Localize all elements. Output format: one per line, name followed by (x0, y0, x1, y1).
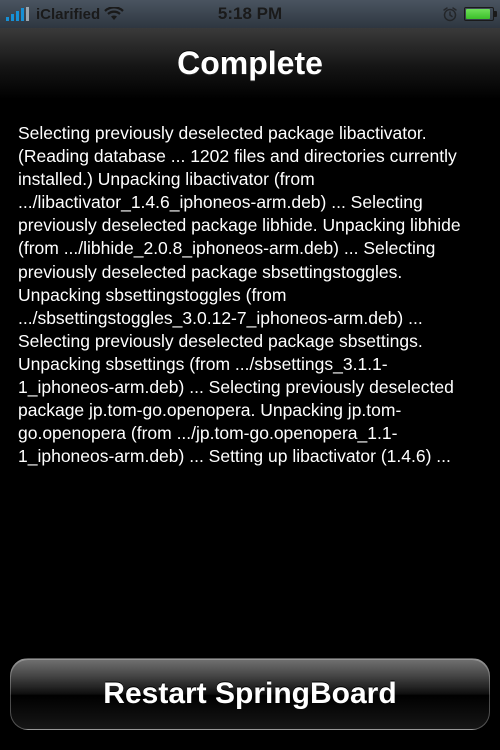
battery-icon (464, 7, 494, 21)
carrier-label: iClarified (36, 6, 100, 23)
wifi-icon (104, 7, 124, 21)
restart-springboard-button[interactable]: Restart SpringBoard (10, 658, 490, 730)
footer: Restart SpringBoard (0, 650, 500, 744)
status-left: iClarified (6, 6, 124, 23)
battery-fill (466, 9, 490, 19)
header: Complete (0, 28, 500, 100)
signal-icon (6, 7, 32, 21)
status-right (442, 6, 494, 22)
status-bar: iClarified 5:18 PM (0, 0, 500, 28)
alarm-icon (442, 6, 458, 22)
page-title: Complete (177, 45, 323, 82)
install-log: Selecting previously deselected package … (0, 100, 500, 650)
status-time: 5:18 PM (218, 4, 282, 23)
